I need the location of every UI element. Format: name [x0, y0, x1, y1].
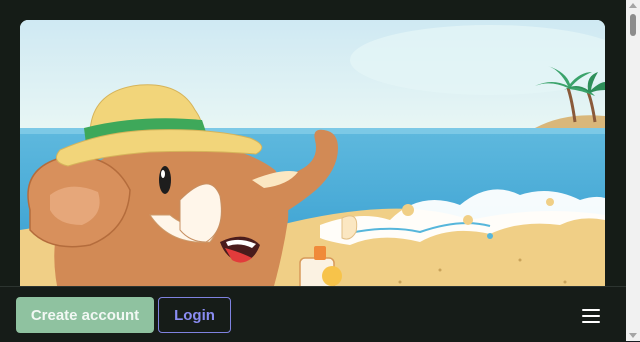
bottom-action-bar: Create account Login — [0, 286, 626, 342]
hamburger-menu-icon[interactable] — [578, 305, 604, 327]
menu-line — [582, 309, 600, 311]
scroll-up-arrow-icon[interactable] — [629, 3, 637, 8]
scroll-thumb[interactable] — [630, 14, 636, 36]
login-button[interactable]: Login — [158, 297, 231, 333]
vertical-scrollbar[interactable] — [626, 0, 640, 341]
hero-illustration — [20, 20, 605, 300]
create-account-button[interactable]: Create account — [16, 297, 154, 333]
page: Create account Login — [0, 0, 626, 342]
scroll-down-arrow-icon[interactable] — [629, 333, 637, 338]
menu-line — [582, 315, 600, 317]
beach-mascot-image — [20, 20, 605, 300]
menu-line — [582, 321, 600, 323]
